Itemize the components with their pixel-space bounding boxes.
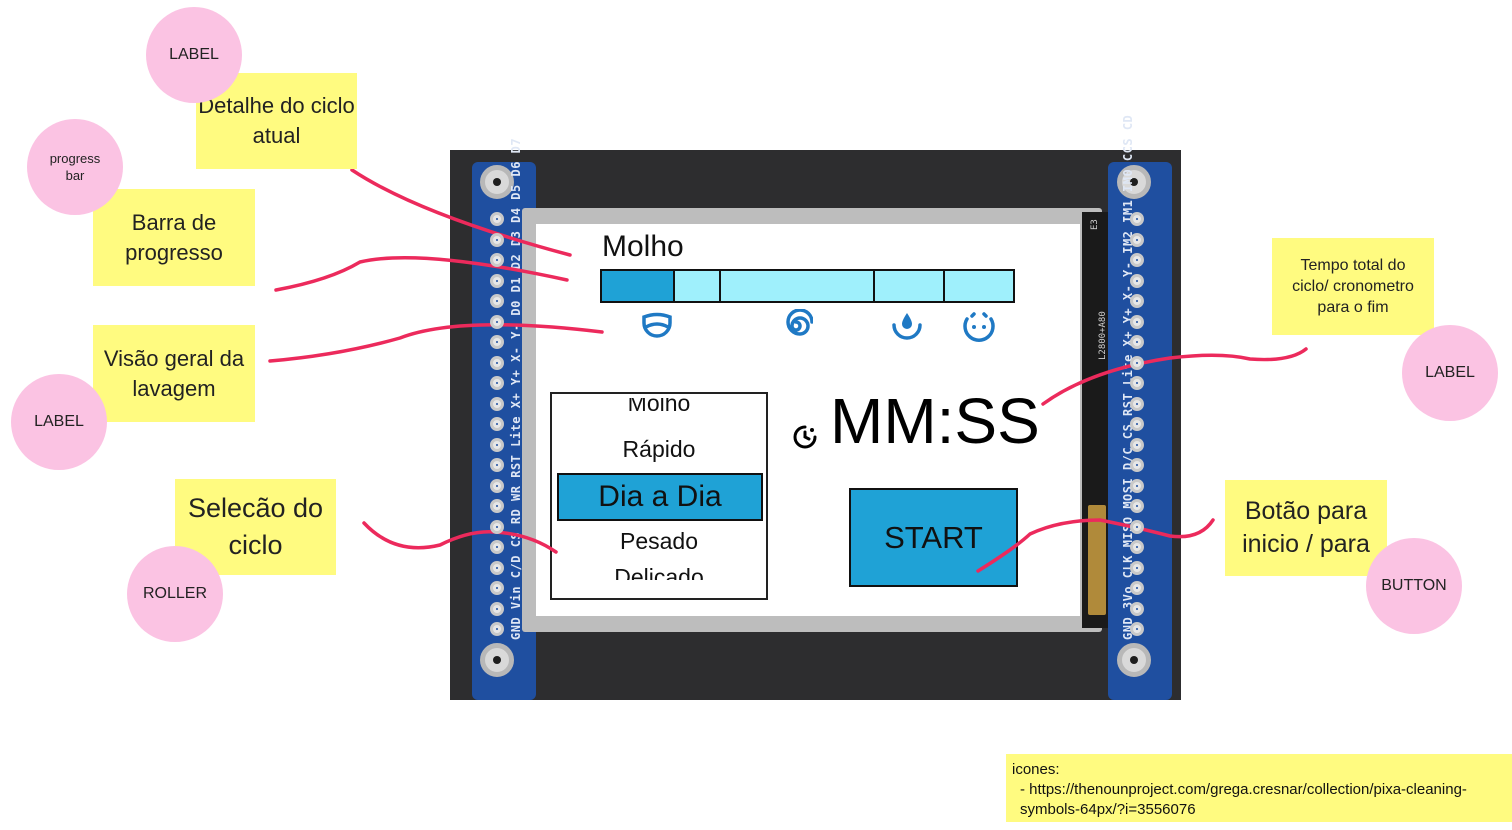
header-pin — [490, 273, 504, 288]
header-pin — [490, 601, 504, 616]
header-pin — [490, 437, 504, 452]
header-pin — [1130, 253, 1144, 267]
header-pin — [490, 622, 504, 636]
header-pin — [1130, 417, 1144, 431]
header-pin — [490, 212, 504, 226]
header-pin — [490, 253, 504, 267]
header-pin — [1130, 437, 1144, 452]
header-pin — [490, 581, 504, 595]
header-pin — [1130, 396, 1144, 411]
header-pin — [1130, 273, 1144, 288]
header-pin — [490, 294, 504, 308]
header-pin — [1130, 335, 1144, 349]
header-pin — [490, 232, 504, 247]
connector-progress — [274, 256, 569, 292]
note-wash-overview: Visão geral da lavagem — [93, 325, 255, 422]
tag-label-cycle-detail: LABEL — [146, 7, 242, 103]
header-pin — [1130, 519, 1144, 534]
connector-overview — [268, 323, 604, 363]
header-pin — [1130, 232, 1144, 247]
connector-cycle-detail — [350, 168, 572, 257]
tag-label-time: LABEL — [1402, 325, 1498, 421]
header-pin — [1130, 376, 1144, 390]
header-pin — [490, 560, 504, 575]
tag-progress-bar: progress bar — [27, 119, 123, 215]
header-pin — [1130, 314, 1144, 329]
tag-button: BUTTON — [1366, 538, 1462, 634]
header-pin — [490, 417, 504, 431]
header-pin — [1130, 458, 1144, 472]
header-pin — [490, 478, 504, 493]
tag-label-overview: LABEL — [11, 374, 107, 470]
note-total-time: Tempo total do ciclo/ cronometro para o … — [1272, 238, 1434, 335]
header-pin — [1130, 478, 1144, 493]
header-pin — [490, 314, 504, 329]
header-pin — [1130, 212, 1144, 226]
icons-credit-link[interactable]: - https://thenounproject.com/grega.cresn… — [1012, 780, 1506, 820]
header-pin — [490, 396, 504, 411]
header-pin — [490, 540, 504, 554]
header-pin — [1130, 622, 1144, 636]
icons-credit-title: icones: — [1012, 761, 1060, 778]
note-progress-bar: Barra de progresso — [93, 189, 255, 286]
header-pin — [490, 335, 504, 349]
header-pin — [1130, 355, 1144, 370]
header-pin — [490, 376, 504, 390]
header-pin — [1130, 560, 1144, 575]
header-pin — [490, 499, 504, 513]
header-pin — [490, 355, 504, 370]
header-pin — [490, 458, 504, 472]
header-pin — [1130, 540, 1144, 554]
header-pin — [1130, 581, 1144, 595]
header-pin — [1130, 601, 1144, 616]
header-pin — [490, 519, 504, 534]
note-icons-credit: icones: - https://thenounproject.com/gre… — [1006, 754, 1512, 822]
header-pin — [1130, 499, 1144, 513]
connector-start — [976, 518, 1215, 573]
note-start-stop-button: Botão para inicio / para — [1225, 480, 1387, 576]
connector-time — [1041, 347, 1308, 406]
header-pin — [1130, 294, 1144, 308]
connector-selection — [362, 521, 558, 554]
tag-roller: ROLLER — [127, 546, 223, 642]
